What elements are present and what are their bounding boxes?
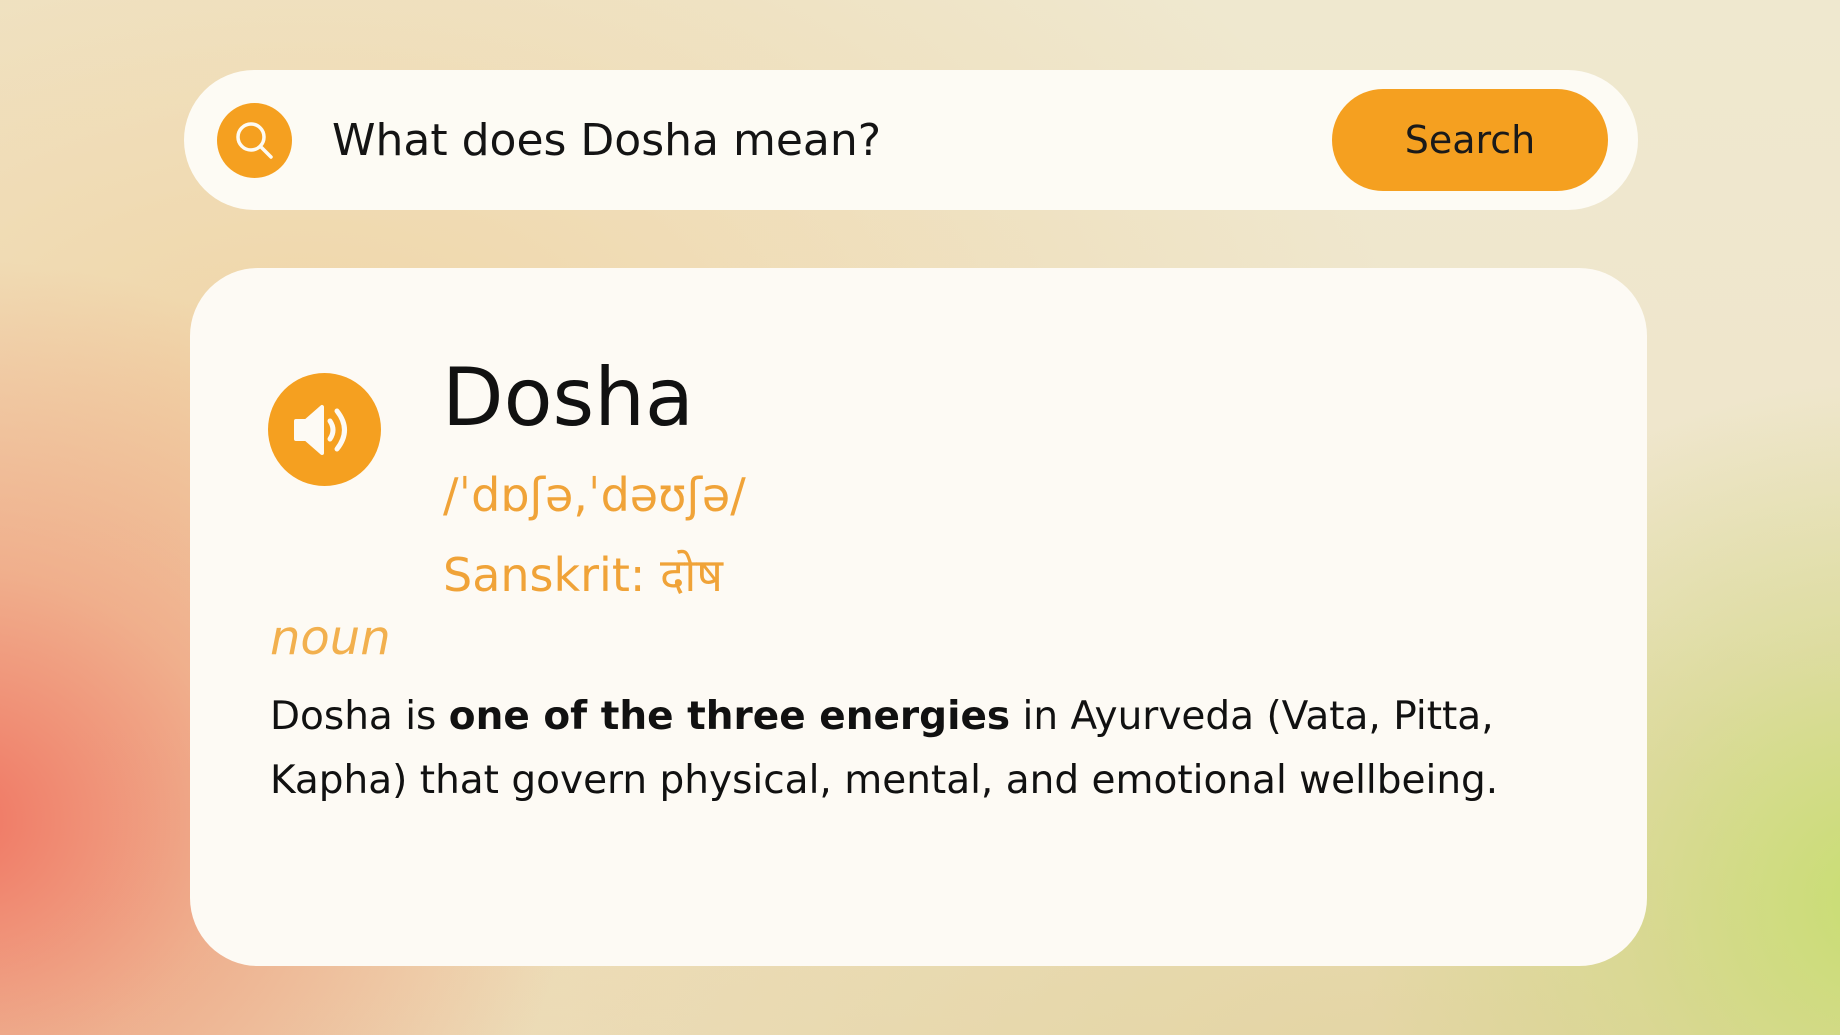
definition-text: Dosha is one of the three energies in Ay…	[270, 685, 1590, 813]
pronunciation: /ˈdɒʃə,ˈdəʊʃə/	[443, 468, 746, 522]
definition-emphasis: one of the three energies	[448, 694, 1011, 739]
etymology: Sanskrit: दोष	[443, 548, 723, 602]
search-input[interactable]	[332, 100, 1292, 180]
play-pronunciation-button[interactable]	[268, 373, 381, 486]
search-icon[interactable]	[217, 103, 292, 178]
definition-card: Dosha /ˈdɒʃə,ˈdəʊʃə/ Sanskrit: दोष noun …	[190, 268, 1647, 966]
headword: Dosha	[442, 351, 694, 444]
search-button[interactable]: Search	[1332, 89, 1608, 191]
search-bar: Search	[184, 70, 1638, 210]
part-of-speech: noun	[270, 610, 391, 666]
definition-text-start: Dosha is	[270, 694, 449, 739]
speaker-icon	[293, 404, 347, 455]
